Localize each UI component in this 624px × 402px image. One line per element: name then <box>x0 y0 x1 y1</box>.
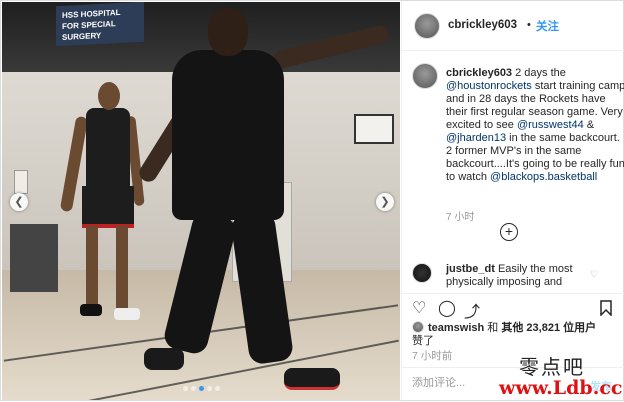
post-timestamp[interactable]: 7 小时前 <box>412 348 452 363</box>
comment-input[interactable] <box>412 377 562 389</box>
player-leg <box>86 226 98 304</box>
likes-others-link[interactable]: 其他 23,821 位用户 <box>501 322 596 334</box>
caption-segment: 2 days the <box>512 67 566 79</box>
player-torso <box>172 50 284 220</box>
post-photo[interactable]: HSS HOSPITAL FOR SPECIAL SURGERY ❮ ❯ <box>2 2 400 400</box>
avatar[interactable] <box>412 63 438 89</box>
mention-link[interactable]: @houstonrockets <box>446 80 532 92</box>
chevron-left-icon[interactable]: ❮ <box>10 193 28 211</box>
player-harden <box>132 8 400 398</box>
carousel-dot <box>214 386 220 391</box>
chevron-right-icon[interactable]: ❯ <box>376 193 394 211</box>
caption-text: cbrickley603 2 days the @houstonrockets … <box>446 67 624 184</box>
caption-timestamp[interactable]: 7 小时 <box>446 208 474 223</box>
post-sidebar: cbrickley603 • 关注 cbrickley603 2 days th… <box>401 1 624 402</box>
avatar[interactable] <box>412 321 424 333</box>
mention-link[interactable]: @russwest44 <box>517 119 584 131</box>
bookmark-icon[interactable] <box>600 300 612 316</box>
header-username[interactable]: cbrickley603 <box>448 19 517 31</box>
player-shoe <box>80 304 102 316</box>
caption-username[interactable]: cbrickley603 <box>446 67 512 79</box>
caption-segment: & <box>583 119 595 131</box>
comment-icon[interactable]: ◯ <box>438 298 456 318</box>
player-leg <box>229 210 295 366</box>
action-bar: ♡ ◯ ⤴ <box>402 293 624 321</box>
player-torso <box>86 108 130 188</box>
avatar[interactable] <box>414 13 440 39</box>
mention-link[interactable]: @jharden13 <box>446 132 506 144</box>
player-arm <box>271 23 391 71</box>
carousel-indicator <box>2 382 400 394</box>
carousel-dot <box>198 386 204 391</box>
post-button[interactable]: 发布 <box>590 378 612 394</box>
player-shorts <box>82 186 134 228</box>
equipment-cart <box>10 224 58 292</box>
heart-icon[interactable]: ♡ <box>590 269 598 280</box>
comment-text: justbe_dt Easily the most physically imp… <box>446 263 596 289</box>
mention-link[interactable]: @blackops.basketball <box>490 171 597 183</box>
post-header: cbrickley603 • 关注 <box>402 1 624 51</box>
comment-username[interactable]: justbe_dt <box>446 263 495 275</box>
follow-button[interactable]: 关注 <box>536 18 559 34</box>
add-comment-bar: 发布 <box>402 367 624 402</box>
carousel-dot <box>182 386 188 391</box>
exit-sign <box>14 170 28 194</box>
post-frame: HSS HOSPITAL FOR SPECIAL SURGERY ❮ ❯ cbr… <box>0 0 624 402</box>
header-separator: • <box>527 19 531 31</box>
likes-join: 和 <box>484 322 502 334</box>
carousel-dot <box>190 386 196 391</box>
likes-user[interactable]: teamswish <box>428 322 484 334</box>
likes-suffix: 赞了 <box>412 335 434 347</box>
player-leg <box>161 209 239 357</box>
player-head <box>98 82 120 110</box>
plus-circle-icon[interactable]: + <box>500 223 518 241</box>
heart-icon[interactable]: ♡ <box>412 298 426 318</box>
player-head <box>208 8 248 56</box>
player-shoe <box>144 348 184 370</box>
hospital-sign: HSS HOSPITAL FOR SPECIAL SURGERY <box>56 2 144 47</box>
likes-summary: teamswish 和 其他 23,821 位用户赞了 <box>412 321 622 348</box>
share-icon[interactable]: ⤴ <box>464 298 480 322</box>
player-leg <box>116 226 128 308</box>
avatar[interactable] <box>412 263 432 283</box>
carousel-dot <box>206 386 212 391</box>
